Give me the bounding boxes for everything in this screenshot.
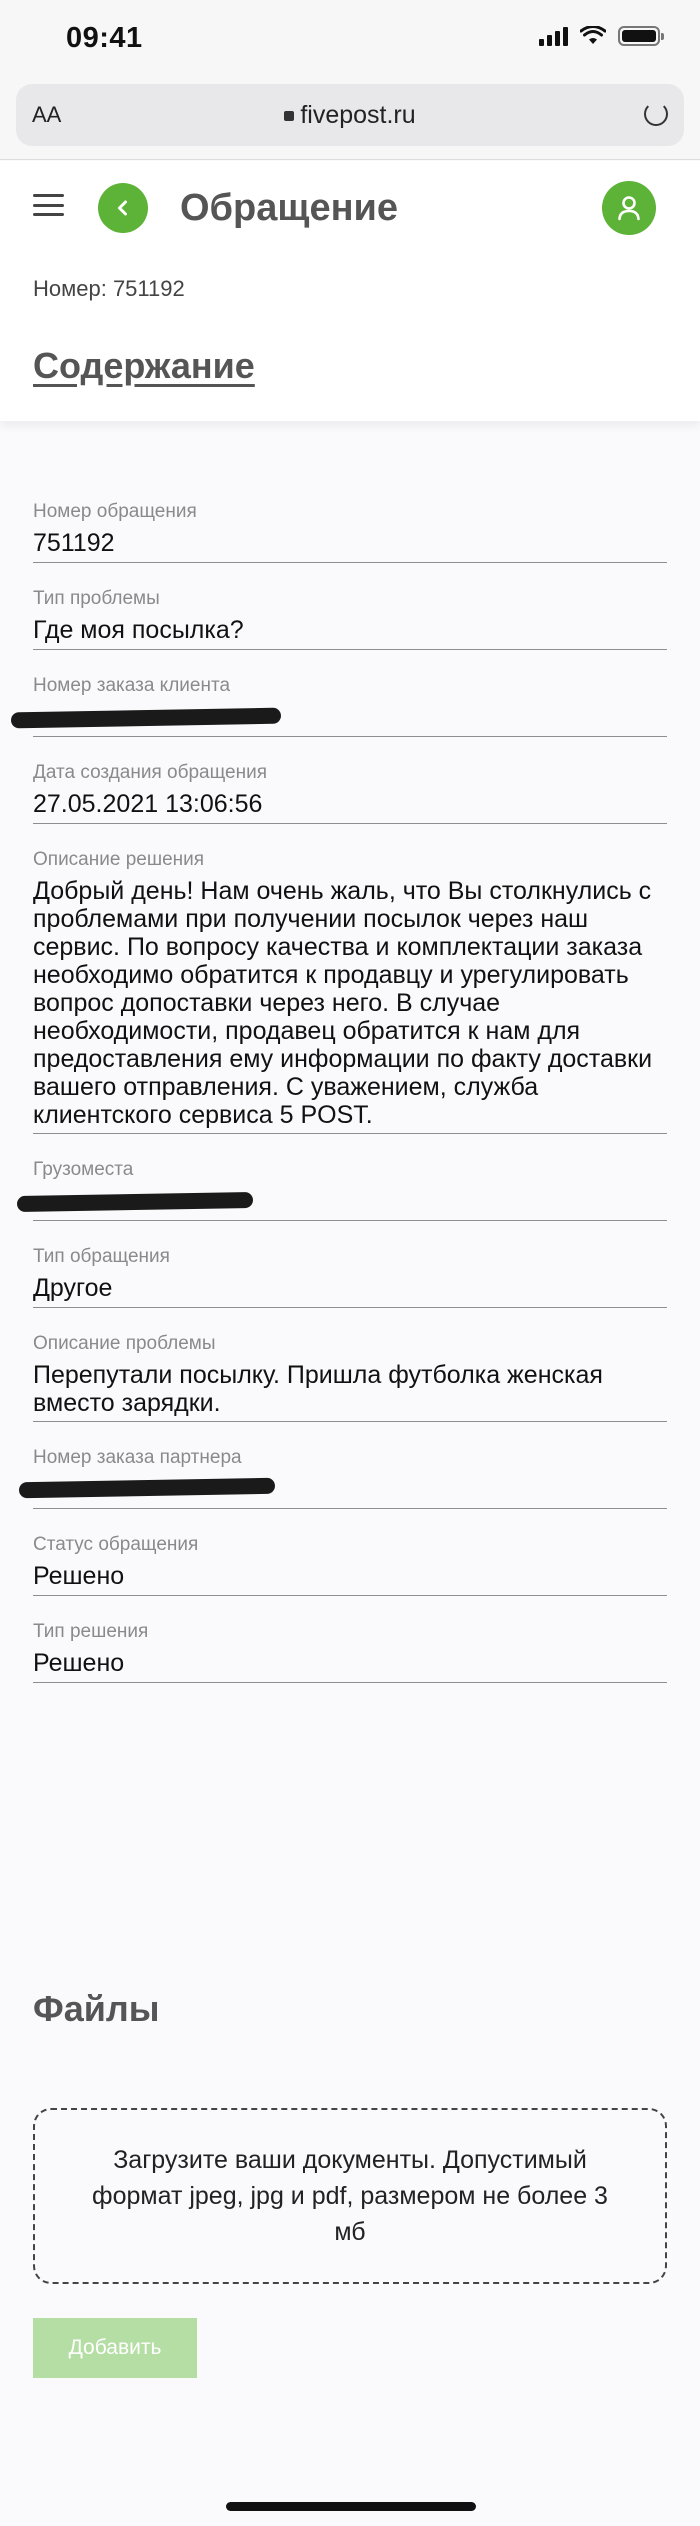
redacted-value: [18, 1470, 667, 1508]
page-title: Обращение: [180, 187, 399, 229]
back-button[interactable]: [98, 183, 148, 233]
redacted-value: [16, 1182, 667, 1220]
field-label: Описание проблемы: [33, 1333, 216, 1354]
redaction-scribble: [16, 1191, 254, 1213]
home-indicator: [226, 2502, 476, 2511]
field-label: Тип обращения: [33, 1246, 170, 1267]
field-value: Решено: [33, 1562, 125, 1590]
status-icons: [539, 26, 664, 46]
ticket-number: Номер: 751192: [33, 276, 185, 301]
status-bar: 09:41: [0, 0, 700, 78]
chevron-left-icon: [118, 200, 127, 216]
profile-button[interactable]: [602, 181, 656, 235]
field-value: Где моя посылка?: [33, 616, 244, 644]
status-time: 09:41: [66, 22, 143, 54]
field-problem-type: Тип проблемы Где моя посылка?: [33, 587, 667, 650]
field-resolution-description: Описание решения Добрый день! Нам очень …: [33, 848, 667, 1134]
field-client-order-number: Номер заказа клиента: [10, 674, 667, 737]
url-text: fivepost.ru: [300, 101, 416, 129]
field-label: Тип проблемы: [33, 588, 160, 609]
redacted-value: [10, 698, 667, 736]
field-label: Номер заказа клиента: [33, 675, 231, 696]
redaction-scribble: [18, 1477, 276, 1499]
field-label: Тип решения: [33, 1621, 149, 1642]
files-heading: Файлы: [33, 1988, 160, 2029]
field-resolution-type: Тип решения Решено: [33, 1620, 667, 1683]
field-value: Решено: [33, 1649, 125, 1677]
address-bar[interactable]: AA fivepost.ru: [16, 84, 684, 146]
field-created-date: Дата создания обращения 27.05.2021 13:06…: [33, 761, 667, 824]
field-label: Грузоместа: [33, 1159, 134, 1180]
app-header: Обращение Номер: 751192 Содержание: [0, 161, 700, 421]
menu-icon[interactable]: [33, 194, 64, 216]
field-value: Добрый день! Нам очень жаль, что Вы стол…: [33, 877, 653, 1129]
battery-icon: [618, 26, 664, 46]
user-icon: [618, 196, 640, 221]
browser-toolbar: AA fivepost.ru: [0, 78, 700, 160]
field-request-status: Статус обращения Решено: [33, 1533, 667, 1596]
field-label: Описание решения: [33, 849, 205, 870]
lock-icon: [284, 111, 295, 121]
field-label: Статус обращения: [33, 1534, 199, 1555]
ticket-details: Номер обращения 751192 Тип проблемы Где …: [10, 500, 667, 1707]
field-value: 27.05.2021 13:06:56: [33, 790, 263, 818]
field-cargo-places: Грузоместа: [16, 1158, 667, 1221]
field-value: 751192: [33, 529, 115, 557]
url-display[interactable]: fivepost.ru: [16, 101, 684, 130]
field-label: Номер обращения: [33, 501, 197, 522]
field-value: Другое: [33, 1274, 113, 1302]
field-label: Номер заказа партнера: [33, 1447, 242, 1468]
upload-hint: Загрузите ваши документы. Допустимый фор…: [92, 2146, 608, 2246]
field-problem-description: Описание проблемы Перепутали посылку. Пр…: [33, 1332, 667, 1422]
field-ticket-number: Номер обращения 751192: [33, 500, 667, 563]
field-partner-order-number: Номер заказа партнера: [18, 1446, 667, 1509]
cellular-signal-icon: [539, 26, 568, 46]
field-value: Перепутали посылку. Пришла футболка женс…: [33, 1361, 603, 1417]
redaction-scribble: [10, 707, 282, 729]
field-label: Дата создания обращения: [33, 762, 268, 783]
field-request-type: Тип обращения Другое: [33, 1245, 667, 1308]
file-upload-dropzone[interactable]: Загрузите ваши документы. Допустимый фор…: [33, 2108, 667, 2284]
wifi-icon: [580, 26, 606, 44]
add-file-button[interactable]: Добавить: [33, 2318, 197, 2378]
reload-icon[interactable]: [644, 102, 668, 126]
content-tab-link[interactable]: Содержание: [33, 345, 255, 387]
